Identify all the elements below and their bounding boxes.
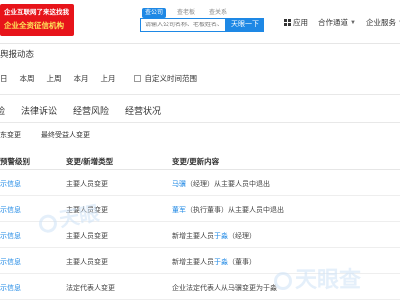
content-detail: （经理） xyxy=(228,233,256,240)
type-cell: 主要人员变更 xyxy=(66,181,108,188)
filter-last-month[interactable]: 上月 xyxy=(101,73,116,84)
column-header-level: 预警级别 xyxy=(0,157,30,166)
divider xyxy=(0,94,400,95)
custom-range-label: 自定义时间范围 xyxy=(144,74,198,83)
person-link[interactable]: 董军 xyxy=(172,207,186,214)
top-bar: 企业互联网了来这找我 企业全资征信机构 查公司 查老板 查关系 天眼一下 应用 … xyxy=(0,0,400,44)
type-cell: 法定代表人变更 xyxy=(66,285,115,292)
category-tabs: 险 法律诉讼 经营风险 经营状况 xyxy=(0,104,161,117)
filter-this-month[interactable]: 本月 xyxy=(74,73,89,84)
column-header-type: 变更/新增类型 xyxy=(66,157,114,166)
nav-apps-label: 应用 xyxy=(293,18,308,27)
time-filter-row: 日 本周 上周 本月 上月 自定义时间范围 xyxy=(0,73,197,84)
chevron-down-icon: ▼ xyxy=(350,19,356,26)
table-row: 示信息 主要人员变更 新增主要人员于淼（经理） xyxy=(0,222,400,248)
person-link[interactable]: 马骥 xyxy=(172,181,186,188)
promo-banner[interactable]: 企业互联网了来这找我 企业全资征信机构 xyxy=(0,4,74,36)
content-detail: （经理）从主要人员中退出 xyxy=(186,181,270,188)
search-box xyxy=(140,18,226,32)
nav-cooperation-label: 合作通道 xyxy=(318,18,348,27)
content-prefix: 新增主要人员 xyxy=(172,259,214,266)
person-link[interactable]: 于淼 xyxy=(214,259,228,266)
level-cell[interactable]: 示信息 xyxy=(0,283,21,293)
table-row: 示信息 主要人员变更 马骥（经理）从主要人员中退出 xyxy=(0,170,400,196)
custom-range-checkbox[interactable] xyxy=(133,75,141,82)
tab-business-risk[interactable]: 经营风险 xyxy=(73,104,109,117)
level-cell[interactable]: 示信息 xyxy=(0,257,21,267)
content-text: 企业法定代表人从马骥变更为于淼 xyxy=(172,285,277,292)
nav-cooperation[interactable]: 合作通道 ▼ xyxy=(318,17,356,28)
level-cell[interactable]: 示信息 xyxy=(0,231,21,241)
promo-line-1: 企业互联网了来这找我 xyxy=(4,9,69,16)
filter-this-week[interactable]: 本周 xyxy=(20,73,35,84)
nav-apps[interactable]: 应用 xyxy=(284,17,308,28)
sub-tab-shareholder-change[interactable]: 东变更 xyxy=(0,130,21,140)
divider xyxy=(0,122,400,123)
type-cell: 主要人员变更 xyxy=(66,259,108,266)
header-nav: 应用 合作通道 ▼ 企业服务 ▼ xyxy=(284,17,400,28)
type-cell: 主要人员变更 xyxy=(66,207,108,214)
content-cell: 董军（执行董事）从主要人员中退出 xyxy=(172,205,284,215)
level-cell[interactable]: 示信息 xyxy=(0,205,21,215)
person-link[interactable]: 于淼 xyxy=(214,233,228,240)
column-header-content: 变更/更新内容 xyxy=(172,157,220,166)
content-cell: 企业法定代表人从马骥变更为于淼 xyxy=(172,283,277,293)
filter-day[interactable]: 日 xyxy=(0,73,8,84)
sub-tab-beneficiary-change[interactable]: 最终受益人变更 xyxy=(41,130,90,140)
search-tabs: 查公司 查老板 查关系 xyxy=(142,8,230,18)
content-detail: （董事） xyxy=(228,259,256,266)
search-tab-company[interactable]: 查公司 xyxy=(142,8,167,18)
search-tab-boss[interactable]: 查老板 xyxy=(174,8,198,18)
apps-grid-icon xyxy=(284,19,291,26)
sub-tabs: 东变更 最终受益人变更 xyxy=(0,130,90,140)
level-cell[interactable]: 示信息 xyxy=(0,179,21,189)
nav-enterprise-label: 企业服务 xyxy=(365,18,396,27)
content-cell: 新增主要人员于淼（董事） xyxy=(172,257,256,267)
search-input[interactable] xyxy=(145,22,221,28)
type-cell: 主要人员变更 xyxy=(66,233,108,240)
change-table: 预警级别 变更/新增类型 变更/更新内容 示信息 主要人员变更 马骥（经理）从主… xyxy=(0,152,400,300)
tab-risk[interactable]: 险 xyxy=(0,104,5,117)
page-title: 舆报动态 xyxy=(0,49,35,59)
table-row: 示信息 法定代表人变更 企业法定代表人从马骥变更为于淼 xyxy=(0,274,400,300)
tab-legal[interactable]: 法律诉讼 xyxy=(21,104,57,117)
custom-range-option[interactable]: 自定义时间范围 xyxy=(133,73,198,84)
tab-business-status[interactable]: 经营状况 xyxy=(125,104,161,117)
search-button[interactable]: 天眼一下 xyxy=(226,18,264,32)
filter-last-week[interactable]: 上周 xyxy=(47,73,62,84)
promo-line-2: 企业全资征信机构 xyxy=(4,21,64,30)
search-tab-relation[interactable]: 查关系 xyxy=(206,8,230,18)
content-detail: （执行董事）从主要人员中退出 xyxy=(186,207,284,214)
content-prefix: 新增主要人员 xyxy=(172,233,214,240)
nav-enterprise[interactable]: 企业服务 ▼ xyxy=(366,17,400,28)
table-header: 预警级别 变更/新增类型 变更/更新内容 xyxy=(0,152,400,170)
content-cell: 新增主要人员于淼（经理） xyxy=(172,231,256,241)
table-row: 示信息 主要人员变更 新增主要人员于淼（董事） xyxy=(0,248,400,274)
content-cell: 马骥（经理）从主要人员中退出 xyxy=(172,179,270,189)
table-row: 示信息 主要人员变更 董军（执行董事）从主要人员中退出 xyxy=(0,196,400,222)
